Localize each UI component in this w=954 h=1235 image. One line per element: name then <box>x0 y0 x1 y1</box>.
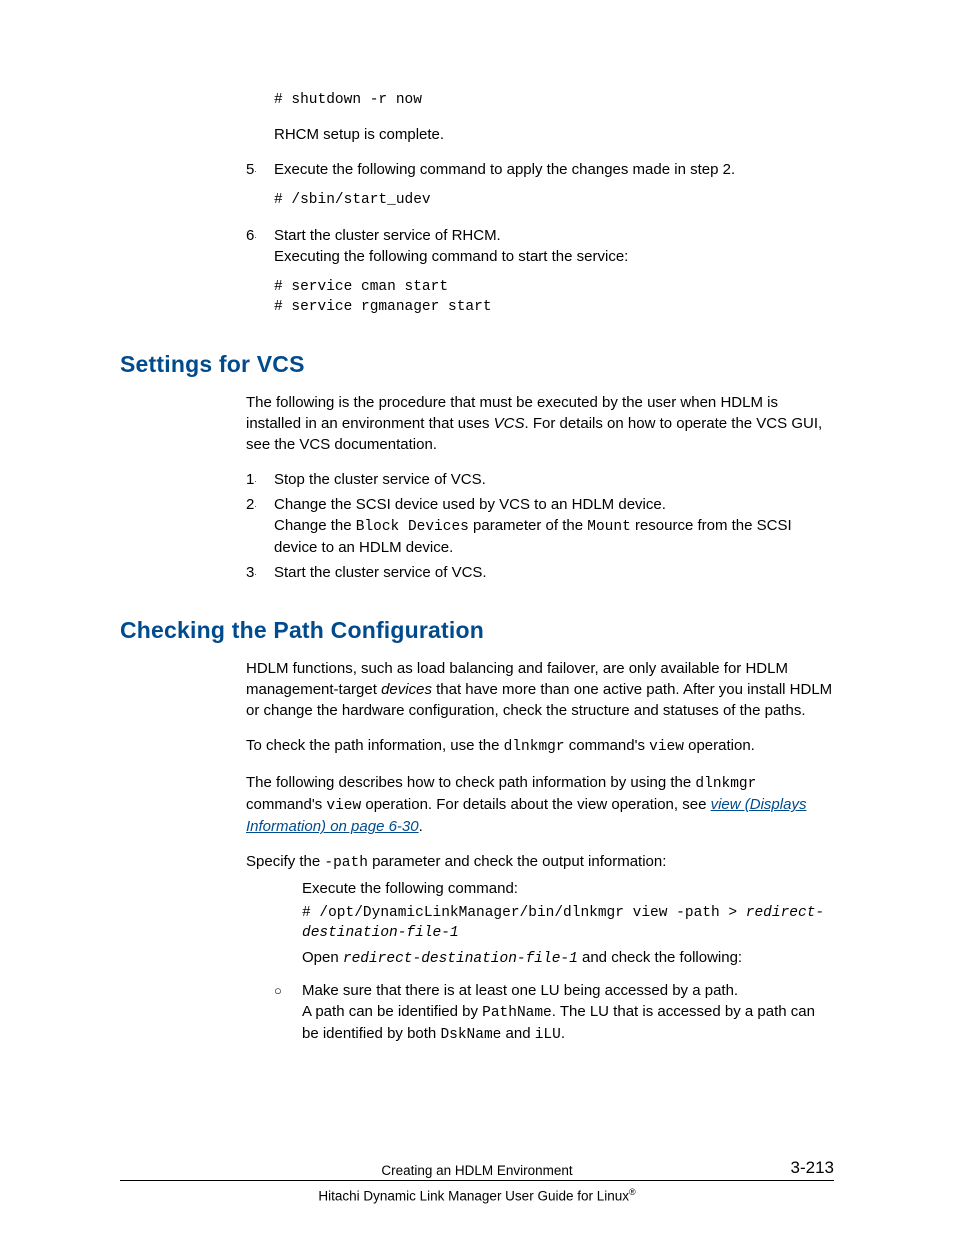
line: A path can be identified by PathName. Th… <box>302 1001 834 1046</box>
list-number: 1. <box>246 469 274 490</box>
vcs-intro: The following is the procedure that must… <box>246 392 834 455</box>
path-p1: HDLM functions, such as load balancing a… <box>246 658 834 721</box>
line: Start the cluster service of RHCM. <box>274 225 834 246</box>
list-number: 3. <box>246 562 274 583</box>
list-body: Execute the following command to apply t… <box>274 159 834 180</box>
path-cmd: # /opt/DynamicLinkManager/bin/dlnkmgr vi… <box>302 903 834 944</box>
line: Change the Block Devices parameter of th… <box>274 515 834 558</box>
code-block-startudev: # /sbin/start_udev <box>274 190 834 210</box>
path-open: Open redirect-destination-file-1 and che… <box>302 947 834 969</box>
code-block-shutdown: # shutdown -r now <box>274 90 834 110</box>
list-body: Stop the cluster service of VCS. <box>274 469 834 490</box>
line: Make sure that there is at least one LU … <box>302 980 834 1001</box>
path-p4: Specify the -path parameter and check th… <box>246 851 834 873</box>
heading-settings-vcs: Settings for VCS <box>120 351 834 378</box>
page-content: # shutdown -r now RHCM setup is complete… <box>246 90 834 317</box>
bullet-body: Make sure that there is at least one LU … <box>302 980 834 1046</box>
line: Executing the following command to start… <box>274 246 834 267</box>
code-block-service: # service cman start # service rgmanager… <box>274 277 834 318</box>
list-body: Change the SCSI device used by VCS to an… <box>274 494 834 558</box>
footer-doc-title: Hitachi Dynamic Link Manager User Guide … <box>120 1187 834 1204</box>
bullet-circle-icon: ○ <box>274 980 302 1046</box>
vcs-item-3: 3. Start the cluster service of VCS. <box>246 562 834 583</box>
footer-chapter-title: Creating an HDLM Environment <box>190 1163 764 1178</box>
para-rhcm-complete: RHCM setup is complete. <box>274 124 834 145</box>
path-exec: Execute the following command: <box>302 878 834 899</box>
list-number: 2. <box>246 494 274 558</box>
path-p2: To check the path information, use the d… <box>246 735 834 757</box>
list-item-5: 5. Execute the following command to appl… <box>246 159 834 180</box>
heading-path-config: Checking the Path Configuration <box>120 617 834 644</box>
page-footer: Creating an HDLM Environment 3-213 Hitac… <box>120 1158 834 1204</box>
footer-top-row: Creating an HDLM Environment 3-213 <box>120 1158 834 1181</box>
path-p3: The following describes how to check pat… <box>246 772 834 838</box>
document-page: # shutdown -r now RHCM setup is complete… <box>0 0 954 1235</box>
path-content: HDLM functions, such as load balancing a… <box>246 658 834 1045</box>
list-body: Start the cluster service of VCS. <box>274 562 834 583</box>
vcs-item-2: 2. Change the SCSI device used by VCS to… <box>246 494 834 558</box>
footer-page-number: 3-213 <box>764 1158 834 1178</box>
vcs-item-1: 1. Stop the cluster service of VCS. <box>246 469 834 490</box>
line: Change the SCSI device used by VCS to an… <box>274 494 834 515</box>
vcs-content: The following is the procedure that must… <box>246 392 834 583</box>
bullet-item-1: ○ Make sure that there is at least one L… <box>274 980 834 1046</box>
list-body: Start the cluster service of RHCM. Execu… <box>274 225 834 267</box>
list-number: 6. <box>246 225 274 267</box>
list-item-6: 6. Start the cluster service of RHCM. Ex… <box>246 225 834 267</box>
list-number: 5. <box>246 159 274 180</box>
